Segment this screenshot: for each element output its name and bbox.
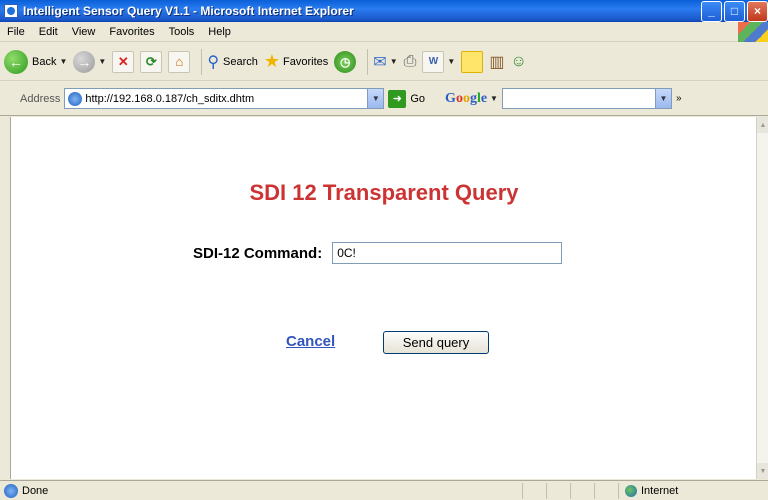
- favorites-label: Favorites: [283, 55, 329, 68]
- menu-view[interactable]: View: [65, 26, 103, 38]
- note-icon: [461, 50, 484, 73]
- command-input[interactable]: [332, 242, 563, 264]
- menu-edit[interactable]: Edit: [32, 26, 65, 38]
- home-icon: ⌂: [168, 50, 191, 73]
- status-panel: [522, 482, 546, 499]
- address-label: Address: [20, 92, 61, 105]
- menu-file[interactable]: File: [0, 26, 32, 38]
- edit-button[interactable]: W ▼: [422, 50, 455, 73]
- status-panel: [546, 482, 570, 499]
- security-zone: Internet: [618, 482, 768, 499]
- history-icon: ◷: [334, 50, 357, 73]
- windows-logo-icon: [738, 22, 768, 42]
- command-label: SDI-12 Command:: [193, 244, 323, 262]
- stop-icon: ✕: [112, 50, 135, 73]
- word-icon: W: [422, 50, 445, 73]
- address-dropdown-button[interactable]: ▼: [367, 89, 384, 108]
- scroll-up-button[interactable]: ▲: [757, 117, 768, 133]
- close-button[interactable]: ×: [747, 0, 768, 22]
- mail-icon: ✉: [373, 53, 387, 71]
- messenger-button[interactable]: ☺: [510, 53, 526, 71]
- back-arrow-icon: ←: [4, 49, 28, 74]
- status-panel: [570, 482, 594, 499]
- chevron-down-icon[interactable]: ▼: [490, 94, 498, 103]
- google-toolbar: Google ▼ ▼ »: [445, 88, 682, 109]
- page-title: SDI 12 Transparent Query: [249, 180, 519, 205]
- chevron-down-icon[interactable]: ▼: [98, 57, 106, 66]
- address-input[interactable]: http://192.168.0.187/ch_sditx.dhtm ▼: [64, 88, 385, 109]
- forward-arrow-icon: →: [73, 50, 96, 73]
- search-icon: ⚲: [207, 53, 220, 71]
- command-row: SDI-12 Command:: [193, 242, 563, 264]
- address-bar: Address http://192.168.0.187/ch_sditx.dh…: [0, 82, 768, 116]
- window-title: Intelligent Sensor Query V1.1 - Microsof…: [23, 4, 354, 18]
- page-icon: [68, 91, 83, 106]
- favorites-button[interactable]: ★ Favorites: [264, 51, 328, 72]
- minimize-button[interactable]: _: [701, 0, 722, 22]
- print-button[interactable]: ⎙: [404, 53, 417, 71]
- status-bar: Done Internet: [0, 480, 768, 500]
- forward-button[interactable]: → ▼: [73, 50, 106, 73]
- back-button[interactable]: ← Back ▼: [4, 49, 67, 74]
- cancel-link[interactable]: Cancel: [286, 333, 335, 350]
- search-button[interactable]: ⚲ Search: [207, 52, 258, 72]
- printer-icon: ⎙: [403, 52, 417, 70]
- page-icon: [4, 483, 18, 498]
- go-label: Go: [410, 92, 426, 105]
- google-logo[interactable]: Google: [445, 91, 487, 107]
- page-content: SDI 12 Transparent Query SDI-12 Command:…: [10, 117, 756, 479]
- home-button[interactable]: ⌂: [168, 50, 191, 73]
- messenger-icon: ☺: [510, 52, 527, 70]
- toolbar-separator: [201, 48, 203, 75]
- status-text: Done: [22, 484, 49, 497]
- title-bar: Intelligent Sensor Query V1.1 - Microsof…: [0, 0, 768, 22]
- back-label: Back: [32, 55, 57, 68]
- google-dropdown-button[interactable]: ▼: [654, 89, 671, 108]
- research-button[interactable]: ▥: [489, 52, 504, 72]
- refresh-button[interactable]: ⟳: [140, 50, 163, 73]
- vertical-scrollbar[interactable]: ▲ ▼: [756, 117, 768, 479]
- chevron-down-icon[interactable]: ▼: [390, 57, 398, 66]
- mail-button[interactable]: ✉ ▼: [373, 52, 397, 72]
- toolbar: ← Back ▼ → ▼ ✕ ⟳ ⌂ ⚲ Search ★ Favorites …: [0, 43, 768, 81]
- menu-help[interactable]: Help: [201, 26, 238, 38]
- stop-button[interactable]: ✕: [112, 50, 135, 73]
- globe-icon: [625, 484, 637, 497]
- menu-favorites[interactable]: Favorites: [102, 26, 161, 38]
- ie-icon: [4, 4, 18, 18]
- go-button[interactable]: ➜ Go: [388, 89, 426, 108]
- star-icon: ★: [263, 51, 281, 71]
- scroll-down-button[interactable]: ▼: [757, 463, 768, 479]
- toolbar-separator: [367, 48, 369, 75]
- notes-button[interactable]: [461, 50, 484, 73]
- status-panel: [594, 482, 618, 499]
- zone-label: Internet: [641, 484, 679, 497]
- search-label: Search: [223, 55, 258, 68]
- menu-tools[interactable]: Tools: [162, 26, 202, 38]
- chevron-down-icon[interactable]: ▼: [59, 57, 67, 66]
- send-query-button[interactable]: Send query: [383, 331, 489, 354]
- books-icon: ▥: [489, 53, 505, 71]
- menu-bar: File Edit View Favorites Tools Help: [0, 22, 768, 42]
- address-url[interactable]: http://192.168.0.187/ch_sditx.dhtm: [85, 93, 367, 105]
- chevron-down-icon[interactable]: ▼: [447, 57, 455, 66]
- google-search-input[interactable]: ▼: [501, 88, 672, 109]
- refresh-icon: ⟳: [140, 50, 163, 73]
- maximize-button[interactable]: □: [724, 0, 745, 22]
- chevron-right-icon[interactable]: »: [676, 93, 682, 104]
- history-button[interactable]: ◷: [334, 50, 357, 73]
- go-arrow-icon: ➜: [388, 89, 407, 108]
